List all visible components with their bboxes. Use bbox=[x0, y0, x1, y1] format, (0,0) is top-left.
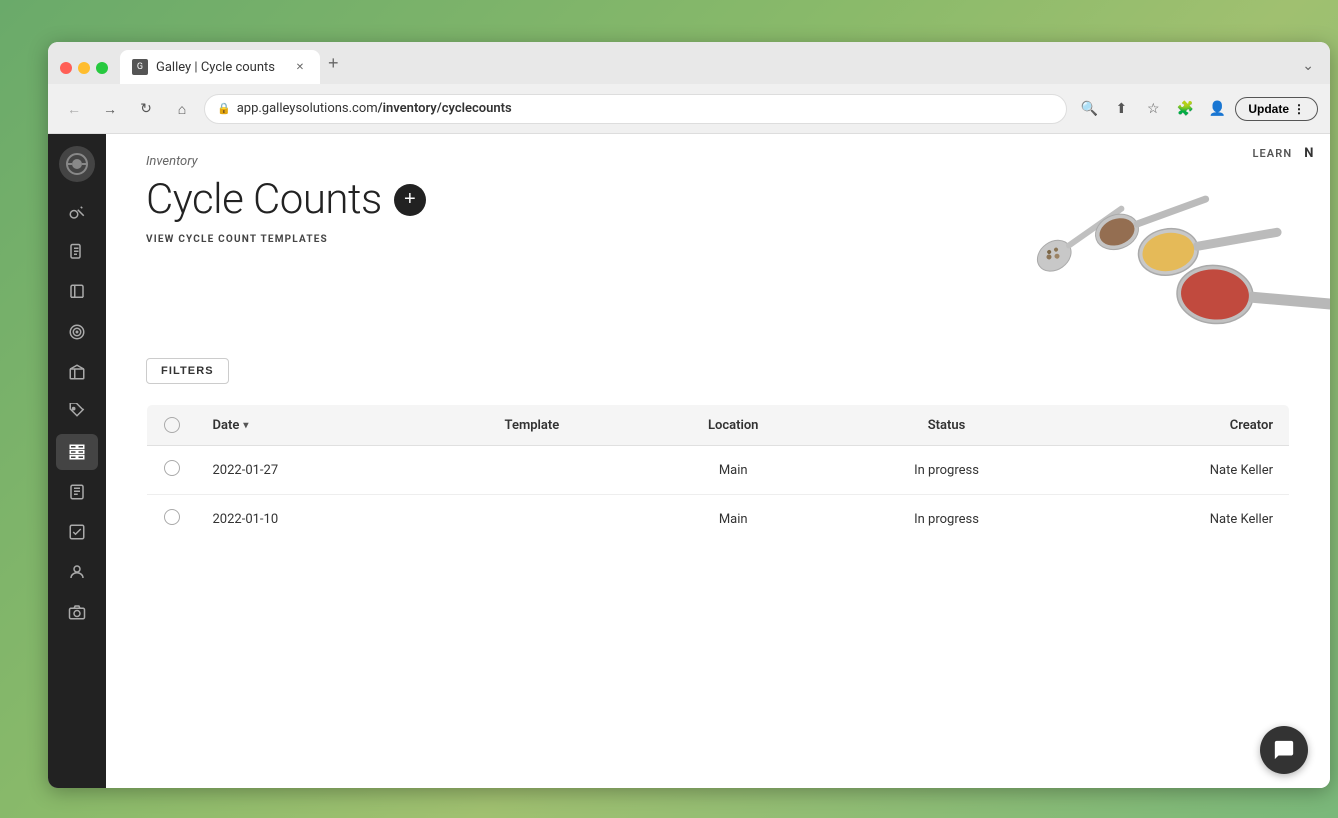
row-creator: Nate Keller bbox=[1062, 495, 1290, 544]
toolbar-icons: 🔍 ⬆ ☆ 🧩 👤 Update ⋮ bbox=[1075, 95, 1318, 123]
add-cycle-count-button[interactable]: + bbox=[394, 184, 426, 216]
table-header-date[interactable]: Date ▾ bbox=[197, 405, 429, 446]
row-location: Main bbox=[635, 495, 831, 544]
filters-section: FILTERS bbox=[106, 358, 1330, 384]
profile-icon-btn[interactable]: 👤 bbox=[1203, 95, 1231, 123]
page-title: Cycle Counts bbox=[146, 175, 382, 224]
chat-bubble-button[interactable] bbox=[1260, 726, 1308, 774]
templates-link[interactable]: VIEW CYCLE COUNT TEMPLATES bbox=[146, 234, 328, 245]
table-body: 2022-01-27 Main In progress Nate Keller … bbox=[147, 446, 1290, 544]
lock-icon: 🔒 bbox=[217, 102, 231, 115]
table-header-status: Status bbox=[831, 405, 1061, 446]
home-button[interactable]: ⌂ bbox=[168, 95, 196, 123]
extensions-icon-btn[interactable]: 🧩 bbox=[1171, 95, 1199, 123]
search-icon-btn[interactable]: 🔍 bbox=[1075, 95, 1103, 123]
sidebar-item-key[interactable] bbox=[56, 194, 98, 230]
browser-window: G Galley | Cycle counts ✕ + ⌄ ← → ↻ ⌂ 🔒 … bbox=[48, 42, 1330, 788]
fullscreen-window-dot[interactable] bbox=[96, 62, 108, 74]
row-template bbox=[429, 495, 635, 544]
row-date: 2022-01-10 bbox=[197, 495, 429, 544]
sidebar-logo bbox=[59, 146, 95, 182]
tab-chevron-icon[interactable]: ⌄ bbox=[1294, 58, 1322, 84]
reload-button[interactable]: ↻ bbox=[132, 95, 160, 123]
sidebar-item-target[interactable] bbox=[56, 314, 98, 350]
update-button[interactable]: Update ⋮ bbox=[1235, 97, 1318, 121]
main-content: LEARN N bbox=[106, 134, 1330, 788]
sidebar-item-reports[interactable] bbox=[56, 514, 98, 550]
row-location: Main bbox=[635, 446, 831, 495]
url-text: app.galleysolutions.com/inventory/cyclec… bbox=[237, 101, 512, 116]
row-template bbox=[429, 446, 635, 495]
row-checkbox-cell bbox=[147, 446, 197, 495]
active-tab[interactable]: G Galley | Cycle counts ✕ bbox=[120, 50, 320, 84]
sidebar-item-camera[interactable] bbox=[56, 594, 98, 630]
table-row[interactable]: 2022-01-27 Main In progress Nate Keller bbox=[147, 446, 1290, 495]
address-bar: ← → ↻ ⌂ 🔒 app.galleysolutions.com/invent… bbox=[48, 84, 1330, 134]
app-layout: LEARN N bbox=[48, 134, 1330, 788]
table-section: Date ▾ Template Location Status Creator bbox=[106, 384, 1330, 564]
share-icon-btn[interactable]: ⬆ bbox=[1107, 95, 1135, 123]
row-checkbox-cell bbox=[147, 495, 197, 544]
tab-title: Galley | Cycle counts bbox=[156, 60, 284, 75]
sidebar-item-recipe[interactable] bbox=[56, 474, 98, 510]
table-header: Date ▾ Template Location Status Creator bbox=[147, 405, 1290, 446]
sidebar-item-book[interactable] bbox=[56, 274, 98, 310]
sidebar-item-inventory[interactable] bbox=[56, 434, 98, 470]
sidebar bbox=[48, 134, 106, 788]
table-header-location: Location bbox=[635, 405, 831, 446]
back-button[interactable]: ← bbox=[60, 95, 88, 123]
date-sort-icon[interactable]: ▾ bbox=[243, 420, 248, 431]
row-status: In progress bbox=[831, 495, 1061, 544]
cycle-counts-table: Date ▾ Template Location Status Creator bbox=[146, 404, 1290, 544]
tab-close-button[interactable]: ✕ bbox=[292, 59, 308, 75]
row-status: In progress bbox=[831, 446, 1061, 495]
table-header-creator: Creator bbox=[1062, 405, 1290, 446]
table-header-checkbox bbox=[147, 405, 197, 446]
sidebar-item-tag[interactable] bbox=[56, 394, 98, 430]
minimize-window-dot[interactable] bbox=[78, 62, 90, 74]
tab-bar: G Galley | Cycle counts ✕ + ⌄ bbox=[48, 42, 1330, 84]
window-controls bbox=[56, 62, 120, 84]
forward-button[interactable]: → bbox=[96, 95, 124, 123]
table-row[interactable]: 2022-01-10 Main In progress Nate Keller bbox=[147, 495, 1290, 544]
row-date: 2022-01-27 bbox=[197, 446, 429, 495]
url-input[interactable]: 🔒 app.galleysolutions.com/inventory/cycl… bbox=[204, 94, 1067, 124]
table-header-template: Template bbox=[429, 405, 635, 446]
sidebar-item-package[interactable] bbox=[56, 354, 98, 390]
sidebar-item-users[interactable] bbox=[56, 554, 98, 590]
filters-button[interactable]: FILTERS bbox=[146, 358, 229, 384]
bookmark-icon-btn[interactable]: ☆ bbox=[1139, 95, 1167, 123]
spoon-decoration bbox=[980, 134, 1330, 334]
tab-favicon: G bbox=[132, 59, 148, 75]
sidebar-item-document[interactable] bbox=[56, 234, 98, 270]
update-chevron-icon: ⋮ bbox=[1293, 102, 1305, 116]
new-tab-button[interactable]: + bbox=[320, 53, 347, 84]
close-window-dot[interactable] bbox=[60, 62, 72, 74]
row-creator: Nate Keller bbox=[1062, 446, 1290, 495]
page-header: LEARN N bbox=[106, 134, 1330, 334]
